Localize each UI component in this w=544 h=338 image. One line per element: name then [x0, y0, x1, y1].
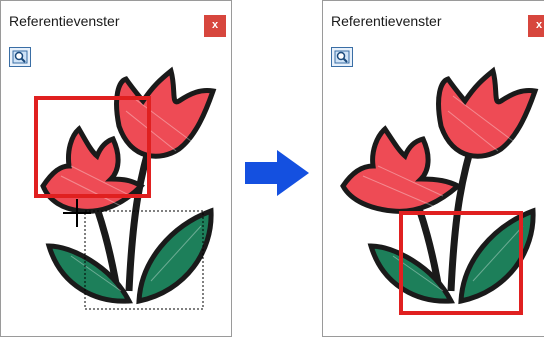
reference-window-before: Referentievenster x	[0, 0, 232, 337]
embroidery-canvas[interactable]	[323, 1, 544, 338]
embroidery-canvas[interactable]	[1, 1, 233, 338]
right-arrow-icon	[245, 150, 309, 196]
embroidery-design	[40, 66, 217, 305]
embroidery-design	[340, 66, 539, 305]
reference-window-after: Referentievenster x	[322, 0, 544, 337]
